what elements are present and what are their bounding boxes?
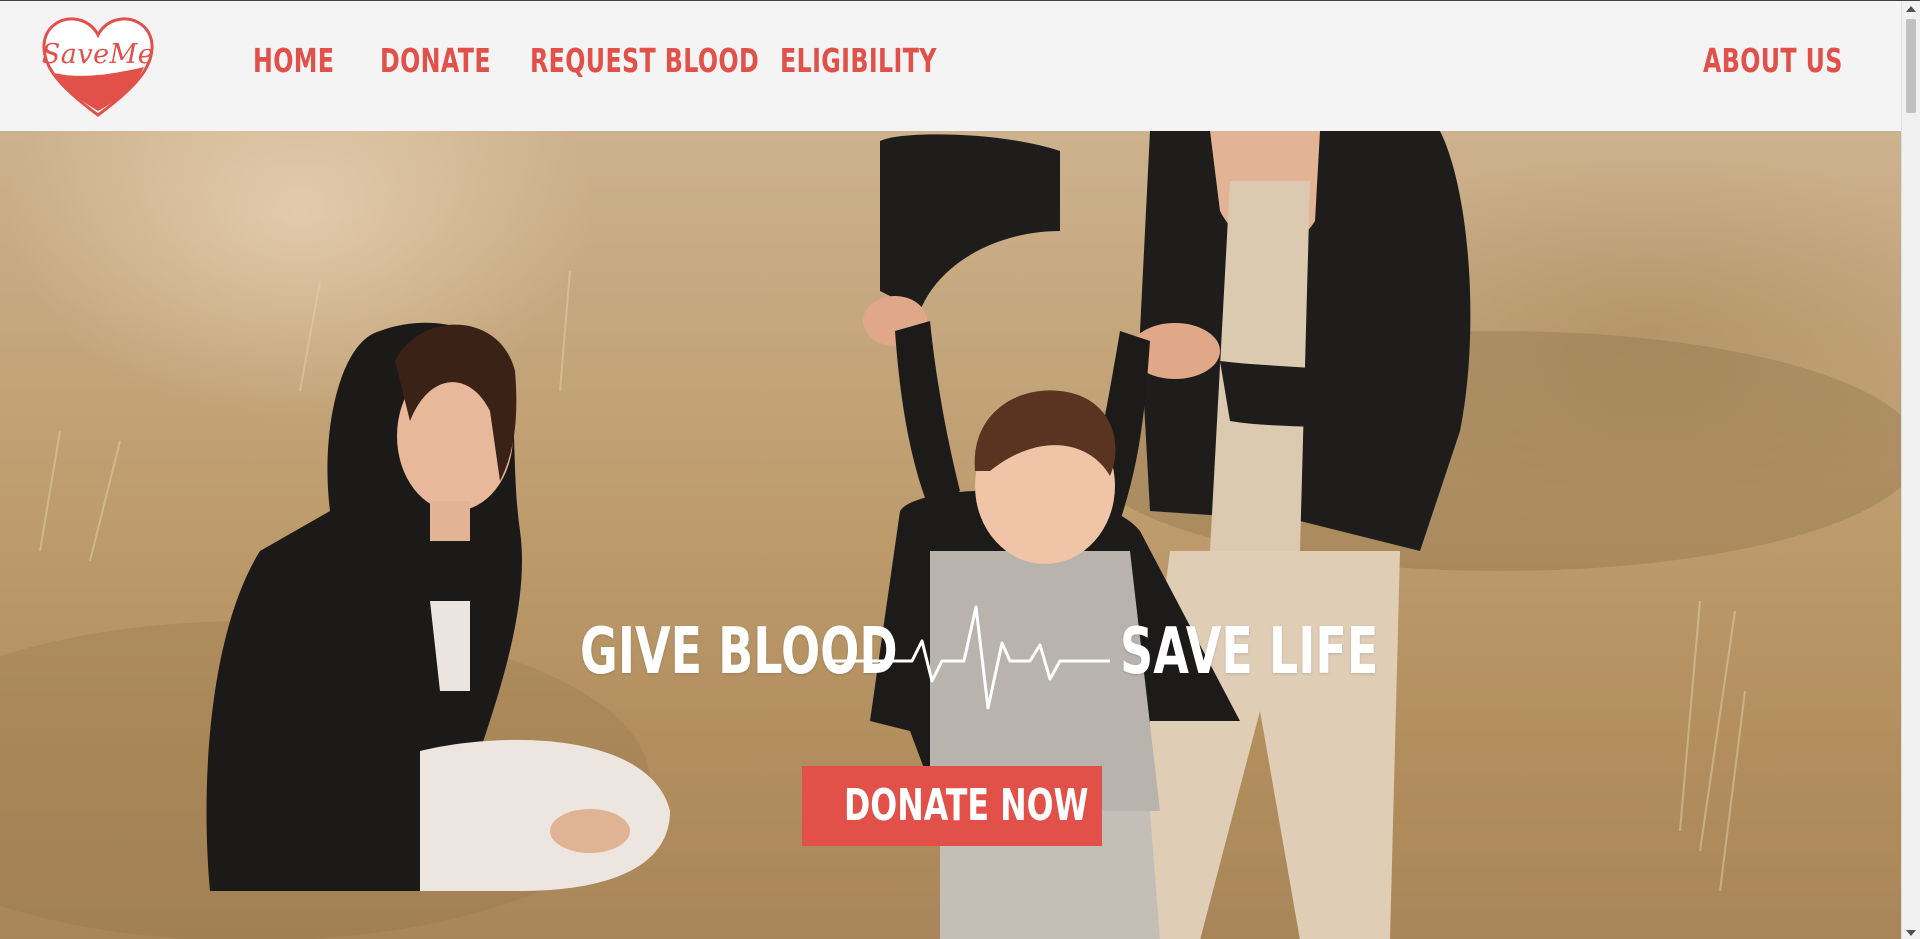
nav-donate[interactable]: DONATE: [380, 41, 491, 80]
nav-eligibility[interactable]: ELIGIBILITY: [780, 41, 937, 80]
scrollbar-thumb[interactable]: [1906, 19, 1916, 113]
nav-about-us[interactable]: ABOUT US: [1703, 41, 1843, 80]
scroll-up-arrow-icon[interactable]: [1906, 6, 1916, 12]
woman-figure: [206, 322, 670, 891]
heartbeat-icon: [830, 605, 1110, 710]
nav-home[interactable]: HOME: [253, 41, 334, 80]
donate-now-button[interactable]: DONATE NOW: [802, 766, 1102, 846]
donate-now-label: DONATE NOW: [844, 780, 1089, 831]
nav-request-blood[interactable]: REQUEST BLOOD: [530, 41, 759, 80]
logo-text: SaveMe: [41, 39, 155, 70]
hero-section: GIVE BLOOD SAVE LIFE DONATE NOW: [0, 131, 1902, 939]
scroll-down-arrow-icon[interactable]: [1906, 930, 1916, 936]
vertical-scrollbar[interactable]: [1901, 1, 1920, 939]
page: SaveMe HOME DONATE REQUEST BLOOD ELIGIBI…: [0, 0, 1920, 939]
navbar: SaveMe HOME DONATE REQUEST BLOOD ELIGIBI…: [0, 1, 1902, 131]
tagline-save-life: SAVE LIFE: [1120, 615, 1379, 689]
logo[interactable]: SaveMe: [40, 15, 156, 119]
